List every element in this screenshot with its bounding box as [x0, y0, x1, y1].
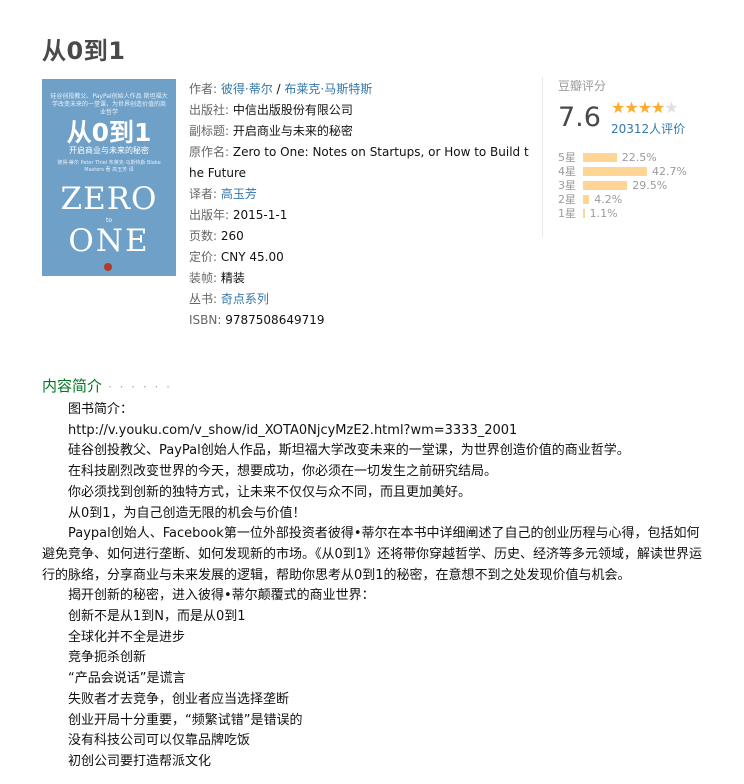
rating-panel: 豆瓣评分 7.6 ★★★★★ 20312人评价 5星 22.5% 4星 42.7% 3星… — [542, 77, 718, 237]
intro-content: 图书简介： http://v.youku.com/v_show/id_XOTA0N… — [42, 400, 706, 773]
rating-bar-label: 1星 — [558, 207, 576, 220]
rating-bar — [583, 208, 585, 218]
star-rating-icon: ★★★★★ — [611, 98, 679, 117]
intro-video-link[interactable]: http://v.youku.com/v_show/id_XOTA0NjcyMz… — [42, 421, 706, 442]
series-link[interactable]: 奇点系列 — [221, 292, 269, 306]
series-label: 丛书: — [189, 292, 218, 306]
rating-bar-row: 2星 4.2% — [558, 192, 687, 207]
rating-score: 7.6 — [558, 102, 601, 133]
cover-zero: ZERO — [60, 181, 158, 217]
subtitle-row: 副标题: 开启商业与未来的秘密 — [189, 121, 529, 142]
intro-paragraph: “产品会说话”是谎言 — [68, 671, 186, 687]
pages-value: 260 — [220, 229, 244, 243]
price-value: CNY 45.00 — [220, 250, 284, 264]
original-title-label: 原作名: — [189, 145, 230, 159]
intro-paragraph: 揭开创新的秘密，进入彼得•蒂尔颠覆式的商业世界： — [68, 588, 375, 604]
intro-paragraph: 硅谷创投教父、PayPal创始人作品，斯坦福大学改变未来的一堂课，为世界创造价值… — [68, 443, 630, 459]
rating-bar — [583, 180, 628, 190]
rating-bar-percent: 29.5% — [632, 178, 668, 192]
intro-paragraph: 创业开局十分重要，“频繁试错”是错误的 — [68, 712, 303, 728]
rating-bar-percent: 22.5% — [621, 150, 657, 164]
intro-paragraph: 从0到1，为自己创造无限的机会与价值！ — [68, 505, 306, 521]
cover-title: 从0到1 — [66, 118, 152, 147]
year-value: 2015-1-1 — [232, 208, 288, 222]
rating-bar-percent: 4.2% — [594, 192, 623, 206]
rating-distribution: 5星 22.5% 4星 42.7% 3星 29.5% 2星 4.2% 1星 1.1% — [558, 150, 687, 221]
subtitle-label: 副标题: — [189, 124, 230, 138]
rating-bar-row: 5星 22.5% — [558, 150, 687, 165]
rating-bar-row: 1星 1.1% — [558, 206, 687, 221]
intro-heading-dots: · · · · · · — [108, 380, 172, 394]
rating-bar — [583, 166, 648, 176]
author-link-1[interactable]: 彼得·蒂尔 — [221, 82, 273, 96]
rating-bar-row: 3星 29.5% — [558, 178, 687, 193]
votes-link[interactable]: 20312人评价 — [611, 120, 685, 137]
subtitle-value: 开启商业与未来的秘密 — [232, 124, 353, 138]
translator-label: 译者: — [189, 187, 218, 201]
rating-bar-percent: 1.1% — [589, 206, 618, 220]
intro-paragraph: 竞争扼杀创新 — [68, 650, 147, 666]
rating-title: 豆瓣评分 — [558, 79, 607, 93]
rating-bar — [583, 194, 590, 204]
isbn-row: ISBN: 9787508649719 — [189, 310, 529, 331]
intro-heading: 内容简介 · · · · · · — [42, 375, 172, 396]
intro-paragraph: 全球化并不全是进步 — [68, 629, 186, 645]
publisher-logo-icon — [104, 263, 112, 271]
year-label: 出版年: — [189, 208, 230, 222]
rating-bar-percent: 42.7% — [652, 164, 687, 178]
intro-paragraph: 创新不是从1到N，而是从0到1 — [68, 609, 246, 625]
intro-paragraph: 图书简介： — [68, 402, 134, 417]
intro-paragraph: 在科技剧烈改变世界的今天，想要成功，你必须在一切发生之前研究结局。 — [68, 464, 498, 480]
author-row: 作者: 彼得·蒂尔 / 布莱克·马斯特斯 — [189, 79, 529, 100]
intro-paragraph: 没有科技公司可以仅靠品牌吃饭 — [68, 733, 251, 749]
binding-row: 装帧: 精装 — [189, 268, 529, 289]
year-row: 出版年: 2015-1-1 — [189, 205, 529, 226]
cover-one: ONE — [68, 223, 150, 259]
pages-label: 页数: — [189, 229, 218, 243]
book-info: 作者: 彼得·蒂尔 / 布莱克·马斯特斯 出版社: 中信出版股份有限公司 副标题… — [189, 79, 529, 331]
price-row: 定价: CNY 45.00 — [189, 247, 529, 268]
intro-paragraph: Paypal创始人、Facebook第一位外部投资者彼得•蒂尔在本书中详细阐述了… — [42, 526, 703, 583]
intro-paragraph: 初创公司要打造帮派文化 — [68, 753, 212, 769]
translator-row: 译者: 高玉芳 — [189, 184, 529, 205]
rating-bar — [583, 152, 617, 162]
binding-value: 精装 — [220, 271, 245, 285]
publisher-row: 出版社: 中信出版股份有限公司 — [189, 100, 529, 121]
page-title: 从0到1 — [42, 37, 126, 65]
isbn-value: 9787508649719 — [225, 313, 325, 327]
book-cover-image[interactable]: 硅谷创投教父、PayPal创始人作品 斯坦福大学改变未来的一堂课，为世界创造价值… — [42, 79, 176, 276]
publisher-label: 出版社: — [189, 103, 230, 117]
cover-credits: 彼得·蒂尔 Peter Thiel 布莱克·马斯特斯 Blake Masters… — [57, 160, 161, 173]
intro-paragraph: 你必须找到创新的独特方式，让未来不仅仅与众不同，而且更加美好。 — [68, 484, 472, 500]
author-link-2[interactable]: 布莱克·马斯特斯 — [284, 82, 372, 96]
original-title-row: 原作名: Zero to One: Notes on Startups, or … — [189, 142, 529, 184]
pages-row: 页数: 260 — [189, 226, 529, 247]
original-title-value: Zero to One: Notes on Startups, or How t… — [189, 145, 529, 180]
isbn-label: ISBN: — [189, 313, 222, 327]
cover-subtitle: 开启商业与未来的秘密 — [69, 146, 149, 155]
intro-heading-text: 内容简介 — [42, 377, 103, 395]
intro-paragraph: 失败者才去竞争，创业者应当选择垄断 — [68, 691, 290, 707]
translator-link[interactable]: 高玉芳 — [221, 187, 257, 201]
rating-bar-row: 4星 42.7% — [558, 164, 687, 179]
price-label: 定价: — [189, 250, 218, 264]
stars-empty: ★ — [664, 98, 678, 117]
binding-label: 装帧: — [189, 271, 218, 285]
stars-filled: ★★★★ — [611, 98, 665, 117]
author-separator: / — [272, 82, 285, 96]
series-row: 丛书: 奇点系列 — [189, 289, 529, 310]
publisher-value: 中信出版股份有限公司 — [232, 103, 353, 117]
author-label: 作者: — [189, 82, 218, 96]
